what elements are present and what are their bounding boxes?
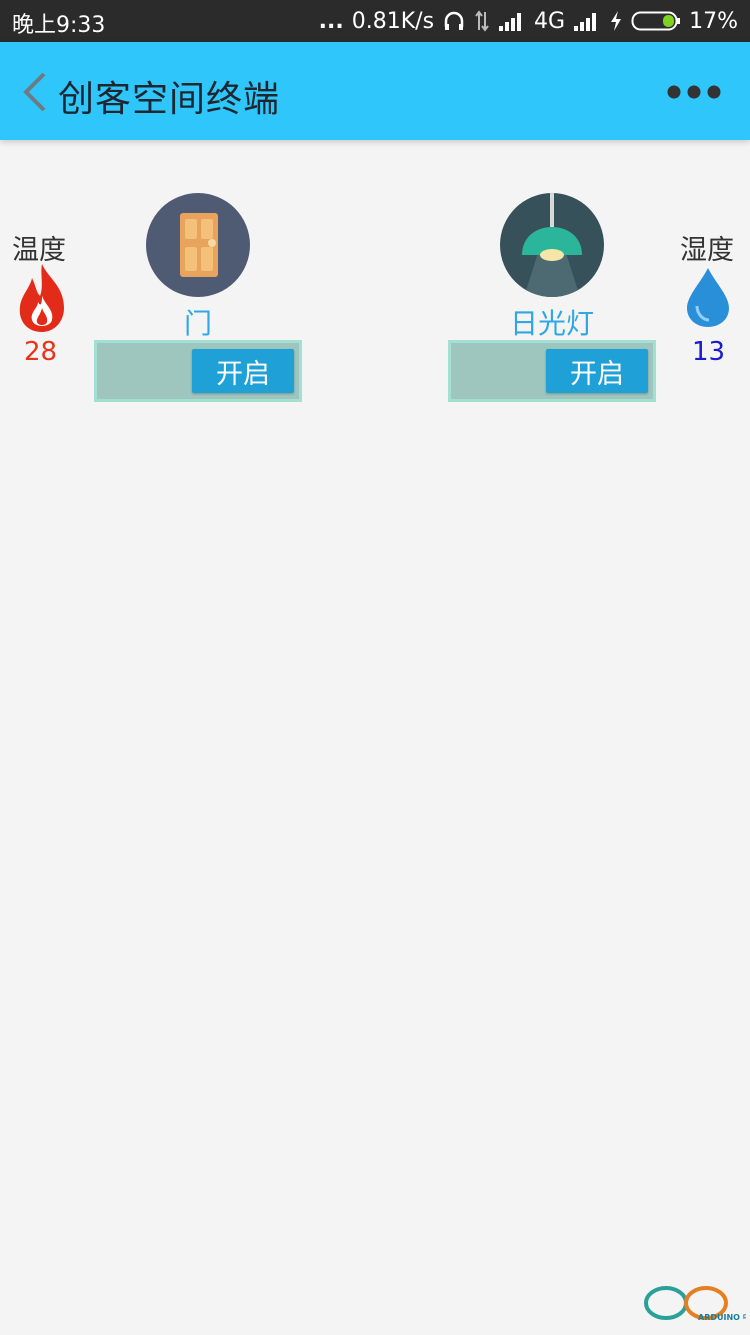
page-title: 创客空间终端 [58, 79, 281, 120]
lamp-open-button[interactable]: 开启 [546, 349, 648, 393]
flame-icon [14, 262, 70, 334]
signal-icon [498, 10, 526, 32]
status-dots: ... [318, 8, 344, 34]
more-dots-icon [667, 85, 721, 99]
battery-icon [631, 10, 681, 32]
charging-icon [609, 10, 623, 32]
door-toggle-track[interactable]: 开启 [94, 340, 302, 402]
lamp-toggle-track[interactable]: 开启 [448, 340, 656, 402]
back-button[interactable] [20, 70, 50, 114]
battery-percent: 17% [689, 8, 738, 34]
device-name-door: 门 [183, 307, 212, 340]
device-name-lamp: 日光灯 [509, 307, 594, 340]
signal-2-icon [573, 10, 601, 32]
app-bar: 创客空间终端 [0, 42, 750, 140]
temperature-value: 28 [24, 337, 58, 367]
humidity-label: 湿度 [680, 235, 734, 266]
network-speed: 0.81K/s [351, 8, 435, 34]
status-time: 晚上9:33 [12, 13, 106, 38]
status-right: ... 0.81K/s 4G 17% [319, 6, 738, 36]
data-transfer-icon [474, 9, 490, 33]
door-open-button[interactable]: 开启 [192, 349, 294, 393]
door-icon [146, 193, 250, 297]
humidity-value: 13 [692, 337, 726, 367]
chevron-left-icon [23, 72, 46, 112]
lamp-icon [500, 193, 604, 297]
network-type: 4G [534, 8, 566, 34]
watermark-logo: ARDUINO 中文社区 [636, 1283, 750, 1331]
watermark-text: ARDUINO 中文社区 [698, 1312, 746, 1322]
more-menu-button[interactable] [666, 84, 722, 100]
status-bar: 晚上9:33 ... 0.81K/s 4G 17% [0, 0, 750, 42]
headphones-icon [442, 9, 466, 33]
water-drop-icon [685, 266, 731, 328]
